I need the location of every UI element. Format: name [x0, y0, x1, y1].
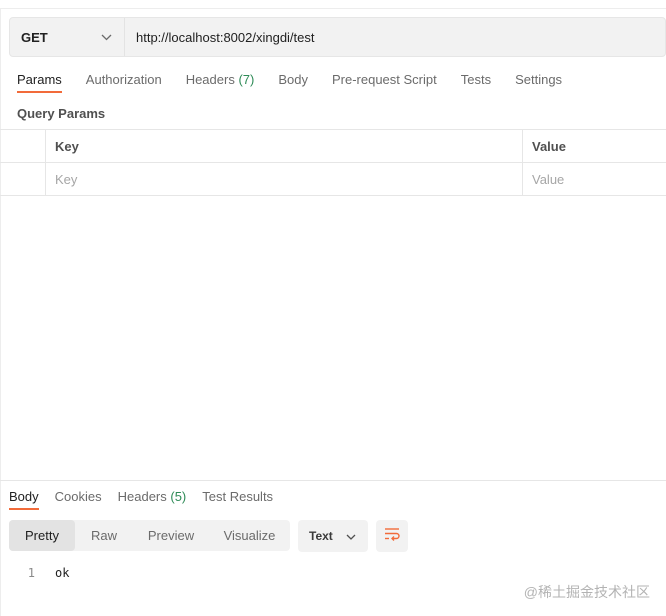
- tab-settings[interactable]: Settings: [515, 72, 562, 94]
- query-params-title: Query Params: [17, 106, 106, 121]
- response-tab-cookies[interactable]: Cookies: [55, 489, 102, 511]
- view-raw-button[interactable]: Raw: [75, 520, 133, 551]
- tab-label: Settings: [515, 72, 563, 87]
- value-input[interactable]: Value: [523, 163, 666, 195]
- tab-label: Test Results: [202, 489, 274, 504]
- tab-body[interactable]: Body: [278, 72, 308, 94]
- view-pretty-button[interactable]: Pretty: [9, 520, 75, 551]
- tab-label: Authorization: [85, 72, 162, 87]
- tab-label: Pre-request Script: [331, 72, 437, 87]
- tab-label: Body: [9, 489, 39, 504]
- tab-label: Cookies: [54, 489, 102, 504]
- row-checkbox-cell: [0, 163, 46, 195]
- headers-count: (7): [238, 72, 255, 87]
- key-column-header: Key: [46, 130, 523, 162]
- table-header-row: Key Value: [0, 130, 666, 163]
- left-divider: [0, 8, 1, 616]
- response-tab-test-results[interactable]: Test Results: [202, 489, 273, 511]
- response-code-line: 1 ok: [0, 564, 300, 582]
- tab-params[interactable]: Params: [17, 72, 62, 94]
- view-visualize-button[interactable]: Visualize: [209, 520, 290, 551]
- method-select[interactable]: GET: [10, 18, 125, 56]
- tab-label: Tests: [460, 72, 492, 87]
- response-body-text: ok: [55, 566, 70, 580]
- headers-count: (5): [170, 489, 187, 504]
- params-table: Key Value Key Value: [0, 129, 666, 196]
- response-tab-headers[interactable]: Headers (5): [118, 489, 187, 511]
- chevron-down-icon: [346, 527, 356, 545]
- chevron-down-icon: [101, 28, 112, 46]
- tab-tests[interactable]: Tests: [461, 72, 491, 94]
- request-tabs: Params Authorization Headers (7) Body Pr…: [17, 72, 586, 94]
- format-label: Text: [309, 529, 333, 543]
- wrap-lines-button[interactable]: [376, 520, 408, 552]
- response-divider[interactable]: [0, 480, 666, 481]
- tab-label: Headers: [117, 489, 171, 504]
- table-row: Key Value: [0, 163, 666, 196]
- method-label: GET: [21, 29, 48, 45]
- checkbox-column-header: [0, 130, 46, 162]
- view-preview-button[interactable]: Preview: [133, 520, 209, 551]
- response-tabs: Body Cookies Headers (5) Test Results: [9, 489, 289, 511]
- request-bar: GET http://localhost:8002/xingdi/test: [9, 17, 666, 57]
- wrap-lines-icon: [384, 527, 400, 546]
- format-select[interactable]: Text: [298, 520, 368, 552]
- tab-label: Headers: [185, 72, 239, 87]
- value-column-header: Value: [532, 138, 566, 154]
- watermark: @稀土掘金技术社区: [523, 584, 650, 600]
- tab-pre-request-script[interactable]: Pre-request Script: [332, 72, 437, 94]
- tab-authorization[interactable]: Authorization: [86, 72, 162, 94]
- tab-headers[interactable]: Headers (7): [186, 72, 255, 94]
- tab-label: Body: [278, 72, 308, 87]
- line-number: 1: [27, 566, 35, 580]
- view-mode-group: Pretty Raw Preview Visualize: [9, 520, 290, 551]
- response-tab-body[interactable]: Body: [9, 489, 39, 511]
- tab-label: Params: [17, 72, 62, 87]
- top-divider: [0, 8, 666, 9]
- url-input[interactable]: http://localhost:8002/xingdi/test: [125, 18, 665, 56]
- key-input[interactable]: Key: [46, 163, 523, 195]
